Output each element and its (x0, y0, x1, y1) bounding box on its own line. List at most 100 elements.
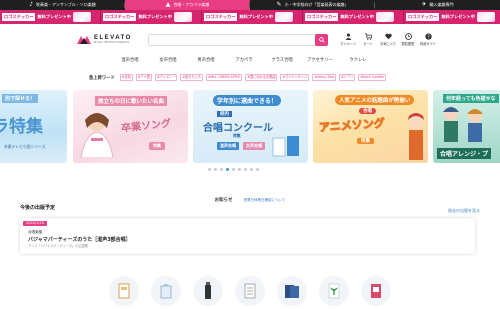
sticker-image (72, 12, 91, 22)
product-thumb[interactable] (362, 277, 390, 305)
site-tab-chorus[interactable]: ▲ 合唱・アカペラ楽譜 (125, 0, 250, 10)
product-thumb[interactable] (320, 277, 348, 305)
category-nav: 混声合唱 女声合唱 男声合唱 アカペラ クラス合唱 アクセサリー ウクレレ (0, 56, 500, 66)
nav-item-class-chorus[interactable]: クラス合唱 (263, 56, 301, 66)
product-thumb[interactable] (110, 277, 138, 305)
trending-tag[interactable]: #嵐ももいろ (180, 74, 203, 81)
promo-text: 無料プレゼント中 (37, 14, 71, 19)
header-icon-menu: マイページ カート お気に入り 閲覧履歴 ? 利用ガイド (338, 33, 438, 46)
slide-caption: 合唱コンクール (203, 123, 273, 134)
cart-button[interactable]: カート (358, 33, 378, 46)
carousel-dot[interactable] (244, 168, 247, 171)
promo-item[interactable]: ロゴステッカー 無料プレゼント中 (0, 10, 101, 24)
trending-tag[interactable]: #君に伝わる合唱曲 (245, 74, 278, 81)
note-icon (244, 283, 256, 299)
promo-banner-strip[interactable]: ロゴステッカー 無料プレゼント中 ロゴステッカー 無料プレゼント中 ロゴステッカ… (0, 10, 500, 24)
trending-tag[interactable]: #アナ雪 (135, 74, 152, 81)
search-input[interactable] (149, 43, 313, 54)
trending-tag[interactable]: #信長 (119, 74, 133, 81)
nav-item-female-chorus[interactable]: 女声合唱 (149, 56, 187, 66)
site-tab-import[interactable]: ✈ 輸入楽譜専門 (375, 0, 500, 10)
product-thumb[interactable] (194, 277, 222, 305)
character-illustration (408, 113, 424, 160)
promo-item[interactable]: ロゴステッカー 無料プレゼント中 (404, 10, 500, 24)
guide-button[interactable]: ? 利用ガイド (418, 33, 438, 46)
carousel-slide-contest[interactable]: 学年別に選曲できる！ 校内 合唱コンクール 特集 混声合唱 女声合唱 (193, 90, 308, 163)
characters-illustration (443, 107, 483, 142)
sticker-image (476, 12, 495, 22)
svg-text:?: ? (427, 34, 430, 40)
nav-item-ukulele[interactable]: ウクレレ (339, 56, 377, 66)
user-icon (345, 33, 351, 40)
release-title[interactable]: バジャマパーティーズのうた［混声3部合唱］ (28, 236, 131, 243)
mypage-button[interactable]: マイページ (338, 33, 358, 46)
product-thumb[interactable] (236, 277, 264, 305)
trending-tag[interactable]: #Mrs. GREEN APPLE (205, 74, 243, 81)
site-header: ELEVATO MUSIC ENTERTAINMENT マイページ カート お気… (0, 24, 500, 56)
past-releases-link[interactable]: 過去の出版を見る (448, 208, 480, 214)
product-thumb[interactable] (278, 277, 306, 305)
search-icon (318, 37, 325, 43)
slide-top-text: 旅立ちの日に歌いたい名曲 (95, 96, 168, 106)
promo-tag: ロゴステッカー (103, 13, 137, 21)
logo-subtext: MUSIC ENTERTAINMENT (94, 41, 130, 44)
release-category: 合唱楽譜 (28, 230, 42, 234)
carousel-dot[interactable] (220, 168, 223, 171)
promo-text: 無料プレゼント中 (441, 14, 475, 19)
slide-subtext: 特集 (233, 133, 241, 138)
carousel-dot[interactable] (232, 168, 235, 171)
instrument-icon: ♪ (29, 1, 34, 8)
promo-item[interactable]: ロゴステッカー 無料プレゼント中 (101, 10, 202, 24)
release-schedule: 今後の出版予定 過去の出版を見る 2024/1/20 合唱楽譜 バジャマパーティ… (20, 204, 480, 270)
slide-top-text: 別で探せる！ (2, 94, 39, 103)
product-thumb[interactable] (152, 277, 180, 305)
trending-tag[interactable]: #back number (358, 74, 387, 81)
promo-item[interactable]: ロゴステッカー 無料プレゼント中 (303, 10, 404, 24)
nav-item-male-chorus[interactable]: 男声合唱 (187, 56, 225, 66)
bottle-icon (205, 282, 211, 299)
site-tab-label: 小・中学校向け「音楽発表の楽譜」 (284, 2, 349, 7)
logo-mark-icon (77, 36, 91, 44)
nav-item-mixed-chorus[interactable]: 混声合唱 (111, 56, 149, 66)
book-icon (118, 283, 130, 299)
history-button[interactable]: 閲覧履歴 (398, 33, 418, 46)
carousel-dot[interactable] (208, 168, 211, 171)
site-logo[interactable]: ELEVATO MUSIC ENTERTAINMENT (77, 35, 132, 44)
carousel-slide-anime[interactable]: 人気アニメの話題曲が勢揃い 合唱 アニメソング 特集 (313, 90, 428, 163)
schedule-card[interactable]: 2024/1/20 合唱楽譜 バジャマパーティーズのうた［混声3部合唱］ アニメ… (20, 218, 475, 254)
mypage-label: マイページ (340, 42, 356, 46)
trending-tag[interactable]: #ディズニー (155, 74, 178, 81)
search-button[interactable] (315, 34, 328, 46)
release-date-badge: 2024/1/20 (23, 221, 47, 226)
guide-label: 利用ガイド (420, 42, 436, 46)
nav-item-acappella[interactable]: アカペラ (225, 56, 263, 66)
promo-item[interactable]: ロゴステッカー 無料プレゼント中 (202, 10, 303, 24)
trending-tag[interactable]: #ジブリ (339, 74, 356, 81)
cart-label: カート (363, 42, 373, 46)
carousel-slide-arrange[interactable]: 何年経っても色褪せな 合唱アレンジ・プ (433, 90, 500, 163)
promo-text: 無料プレゼント中 (138, 14, 172, 19)
sticker-image (274, 12, 293, 22)
nav-item-accessory[interactable]: アクセサリー (301, 56, 339, 66)
site-tab-wind[interactable]: ♪ 吹奏楽・アンサンブル・ソロ楽譜 (0, 0, 125, 10)
import-icon: ✈ (421, 1, 427, 8)
carousel-dot[interactable] (238, 168, 241, 171)
trending-tag[interactable]: #Saucy Dog (312, 74, 337, 81)
notice-link[interactable]: 営業日休業日確認について (244, 198, 286, 202)
carousel-slide-drama[interactable]: 別で探せる！ ラ特集 卒業テレビ小説シリーズ (0, 90, 67, 163)
site-tab-label: 合唱・アカペラ楽譜 (173, 2, 210, 7)
carousel-dot[interactable] (250, 168, 253, 171)
carousel-slide-graduation[interactable]: 旅立ちの日に歌いたい名曲 卒業ソング 特集 (73, 90, 188, 163)
slide-badge: 女声合唱 (243, 142, 265, 150)
slide-badge: 校内 (217, 111, 232, 117)
carousel-dot[interactable] (214, 168, 217, 171)
card-icon (371, 284, 381, 298)
carousel-dot-active[interactable] (226, 168, 229, 171)
site-tab-school[interactable]: ✎ 小・中学校向け「音楽発表の楽譜」 (250, 0, 375, 10)
slide-caption: アニメソング (318, 116, 386, 135)
favorites-button[interactable]: お気に入り (378, 33, 398, 46)
trending-tag[interactable]: #マツケンサンバ (280, 74, 310, 81)
slide-badge: 混声合唱 (217, 142, 239, 150)
trending-label: 急上昇ワード (89, 75, 115, 81)
carousel-dot[interactable] (256, 168, 259, 171)
